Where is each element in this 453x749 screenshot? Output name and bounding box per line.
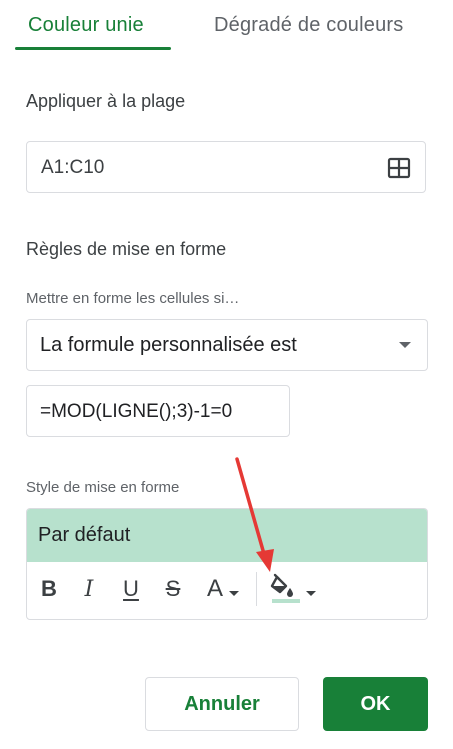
condition-select-value[interactable]: La formule personnalisée est [40, 334, 297, 357]
fill-color-swatch [272, 599, 300, 603]
text-color-button[interactable]: A [199, 574, 247, 604]
grid-select-icon[interactable] [387, 156, 411, 180]
red-arrow-pointer [235, 457, 274, 572]
format-style-box: Par défaut B I U S A [26, 508, 428, 620]
fill-color-button[interactable] [265, 573, 319, 604]
range-input[interactable]: A1:C10 [26, 141, 426, 193]
rules-section-title: Règles de mise en forme [26, 239, 227, 259]
condition-select[interactable]: La formule personnalisée est [26, 319, 428, 371]
formula-value[interactable]: =MOD(LIGNE();3)-1=0 [40, 401, 232, 423]
active-tab-indicator [15, 47, 171, 50]
chevron-down-icon [229, 590, 239, 596]
strikethrough-button[interactable]: S [161, 574, 185, 604]
chevron-down-icon [306, 590, 316, 596]
cancel-button[interactable]: Annuler [145, 677, 299, 731]
text-color-icon: A [206, 575, 223, 602]
fill-color-icon [270, 573, 293, 597]
style-preview[interactable]: Par défaut [27, 509, 427, 562]
underline-button[interactable]: U [119, 574, 143, 604]
condition-label: Mettre en forme les cellules si… [26, 290, 240, 307]
style-preview-text: Par défaut [38, 524, 131, 546]
italic-button[interactable]: I [77, 574, 101, 604]
range-section-title: Appliquer à la plage [26, 91, 186, 111]
ok-button[interactable]: OK [323, 677, 428, 731]
format-style-label: Style de mise en forme [26, 479, 180, 496]
formula-input[interactable]: =MOD(LIGNE();3)-1=0 [26, 385, 290, 437]
tab-solid-color[interactable]: Couleur unie [28, 14, 144, 37]
bold-button[interactable]: B [37, 574, 61, 604]
tab-bar: Couleur unie Dégradé de couleurs [0, 0, 453, 54]
toolbar-divider [256, 572, 257, 606]
range-value[interactable]: A1:C10 [41, 157, 104, 179]
chevron-down-icon[interactable] [399, 342, 411, 348]
format-toolbar: B I U S A [27, 562, 427, 619]
tab-color-scale[interactable]: Dégradé de couleurs [214, 14, 403, 37]
